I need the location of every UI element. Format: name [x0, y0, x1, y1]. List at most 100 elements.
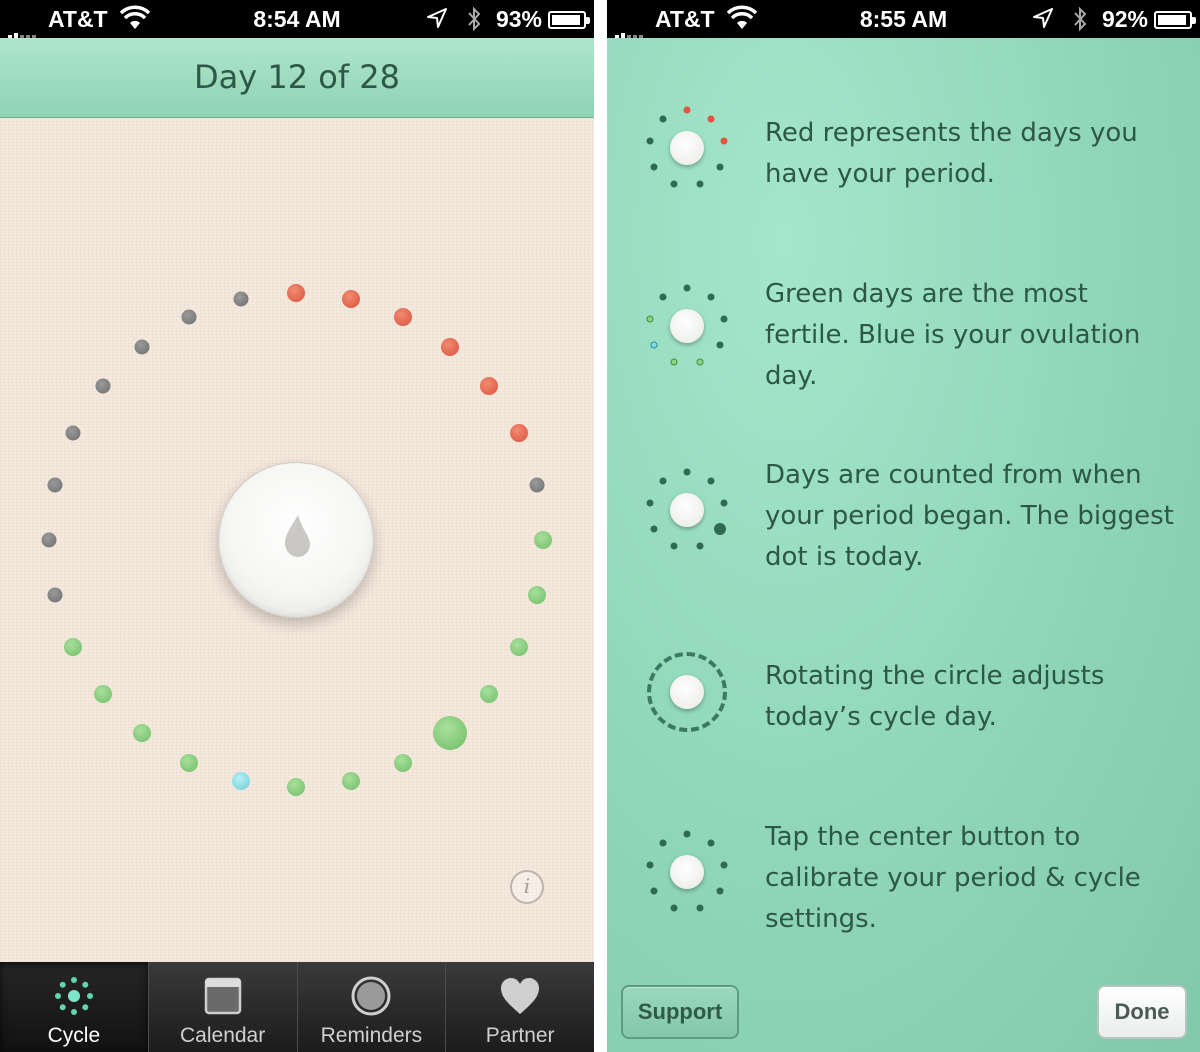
bluetooth-icon: [1074, 6, 1087, 32]
mini-dot: [683, 830, 691, 838]
status-bar: AT&T 8:55 AM 92%: [607, 0, 1200, 39]
cycle-day-dot-gray: [134, 339, 150, 355]
location-arrow-icon: [427, 8, 447, 28]
cycle-day-dot-red: [341, 290, 360, 309]
rotate-circle-icon: [637, 642, 737, 742]
mini-dot: [707, 115, 715, 123]
center-calibrate-button[interactable]: [218, 462, 374, 618]
battery-icon: [548, 11, 590, 29]
mini-dot: [670, 180, 678, 188]
tab-calendar[interactable]: Calendar: [147, 962, 297, 1052]
header-bar: Day 12 of 28: [0, 38, 594, 118]
battery-percent: 92%: [1101, 6, 1148, 32]
heart-icon: [501, 978, 540, 1014]
cycle-day-dot-gray: [65, 425, 81, 441]
location-arrow-icon: [1033, 8, 1053, 28]
cycle-background: i: [0, 118, 594, 962]
center-button-icon: [637, 822, 737, 922]
cycle-day-dot-green: [64, 638, 83, 657]
cycle-screen: AT&T 8:54 AM 93% Day 12 of 28 i Cycle Ca…: [0, 0, 594, 1052]
cycle-day-dot-gray: [529, 477, 545, 493]
cycle-day-dot-green: [509, 638, 528, 657]
mini-dot: [696, 358, 704, 366]
mini-center-button: [670, 309, 704, 343]
mini-dot: [670, 542, 678, 550]
cycle-day-dot-gray: [233, 291, 249, 307]
tab-label: Calendar: [180, 1024, 266, 1047]
cycle-day-dot-green: [394, 753, 413, 772]
period-red-icon: [637, 98, 737, 198]
mini-center-button: [670, 675, 704, 709]
tab-reminders[interactable]: Reminders: [296, 962, 446, 1052]
battery-icon: [1154, 11, 1196, 29]
cycle-day-dot-gray: [181, 309, 197, 325]
cycle-day-dot-green: [93, 685, 112, 703]
info-button[interactable]: i: [510, 870, 544, 904]
cycle-day-dot-red: [509, 423, 528, 442]
mini-dot: [696, 180, 704, 188]
cycle-day-dot-green: [527, 585, 546, 604]
mini-dot: [696, 904, 704, 912]
help-text: Tap the center button to calibrate your …: [765, 822, 1141, 934]
mini-dot: [650, 163, 658, 171]
mini-center-button: [670, 855, 704, 889]
help-text: Red represents the days you have your pe…: [765, 118, 1138, 189]
mini-dot: [707, 293, 715, 301]
reminders-circle-icon: [351, 976, 391, 1016]
drop-icon: [285, 515, 310, 557]
tab-bar: Cycle Calendar Reminders Partner: [0, 962, 594, 1052]
mini-dot: [659, 293, 667, 301]
fertile-green-icon: [637, 276, 737, 376]
cycle-day-dot-green: [534, 531, 552, 549]
cycle-day-dot-red: [394, 308, 413, 327]
mini-dot: [707, 839, 715, 847]
cycle-day-dot-gray: [41, 532, 57, 548]
mini-center-button: [670, 493, 704, 527]
mini-dot: [720, 315, 728, 323]
mini-dot: [720, 137, 728, 145]
done-button[interactable]: Done: [1097, 985, 1187, 1039]
support-button[interactable]: Support: [621, 985, 739, 1039]
mini-dot: [707, 477, 715, 485]
cycle-day-dot-red: [480, 376, 499, 395]
cycle-day-dot-gray: [47, 477, 63, 493]
mini-dot: [683, 284, 691, 292]
cycle-dots-icon: [54, 977, 93, 1015]
page-title: Day 12 of 28: [194, 58, 400, 96]
calendar-icon: [204, 977, 241, 1015]
battery-percent: 93%: [495, 6, 542, 32]
mini-dot: [720, 499, 728, 507]
mini-dot: [659, 115, 667, 123]
mini-dot: [696, 542, 704, 550]
mini-dot: [650, 341, 658, 349]
cycle-day-dot-gray: [95, 378, 111, 394]
mini-dot: [716, 163, 724, 171]
help-panel: Red represents the days you have your pe…: [607, 38, 1200, 1052]
cycle-day-dot-red: [441, 337, 459, 356]
cycle-day-dot-green: [480, 685, 499, 703]
help-text: Green days are the most fertile. Blue is…: [765, 279, 1141, 391]
mini-dot: [716, 887, 724, 895]
tab-label: Cycle: [47, 1024, 101, 1047]
cycle-day-dot-red: [287, 284, 305, 302]
help-text: Rotating the circle adjusts today’s cycl…: [765, 661, 1105, 732]
tab-label: Partner: [485, 1024, 555, 1047]
today-biggest-dot-icon: [637, 460, 737, 560]
mini-dot: [646, 861, 654, 869]
mini-dot: [650, 525, 658, 533]
tab-label: Reminders: [320, 1024, 423, 1047]
tab-cycle[interactable]: Cycle: [0, 962, 148, 1052]
cycle-day-dot-green: [341, 771, 360, 790]
mini-dot: [646, 315, 654, 323]
help-text: Days are counted from when your period b…: [765, 460, 1174, 572]
tab-partner[interactable]: Partner: [445, 962, 594, 1052]
mini-dot: [659, 477, 667, 485]
help-screen: AT&T 8:55 AM 92% Red represents the days…: [607, 0, 1200, 1052]
mini-center-button: [670, 131, 704, 165]
mini-dot: [650, 887, 658, 895]
mini-dot: [683, 106, 691, 114]
mini-dot: [646, 499, 654, 507]
cycle-day-dot-green: [179, 753, 198, 772]
bluetooth-icon: [468, 6, 481, 32]
mini-dot: [670, 904, 678, 912]
